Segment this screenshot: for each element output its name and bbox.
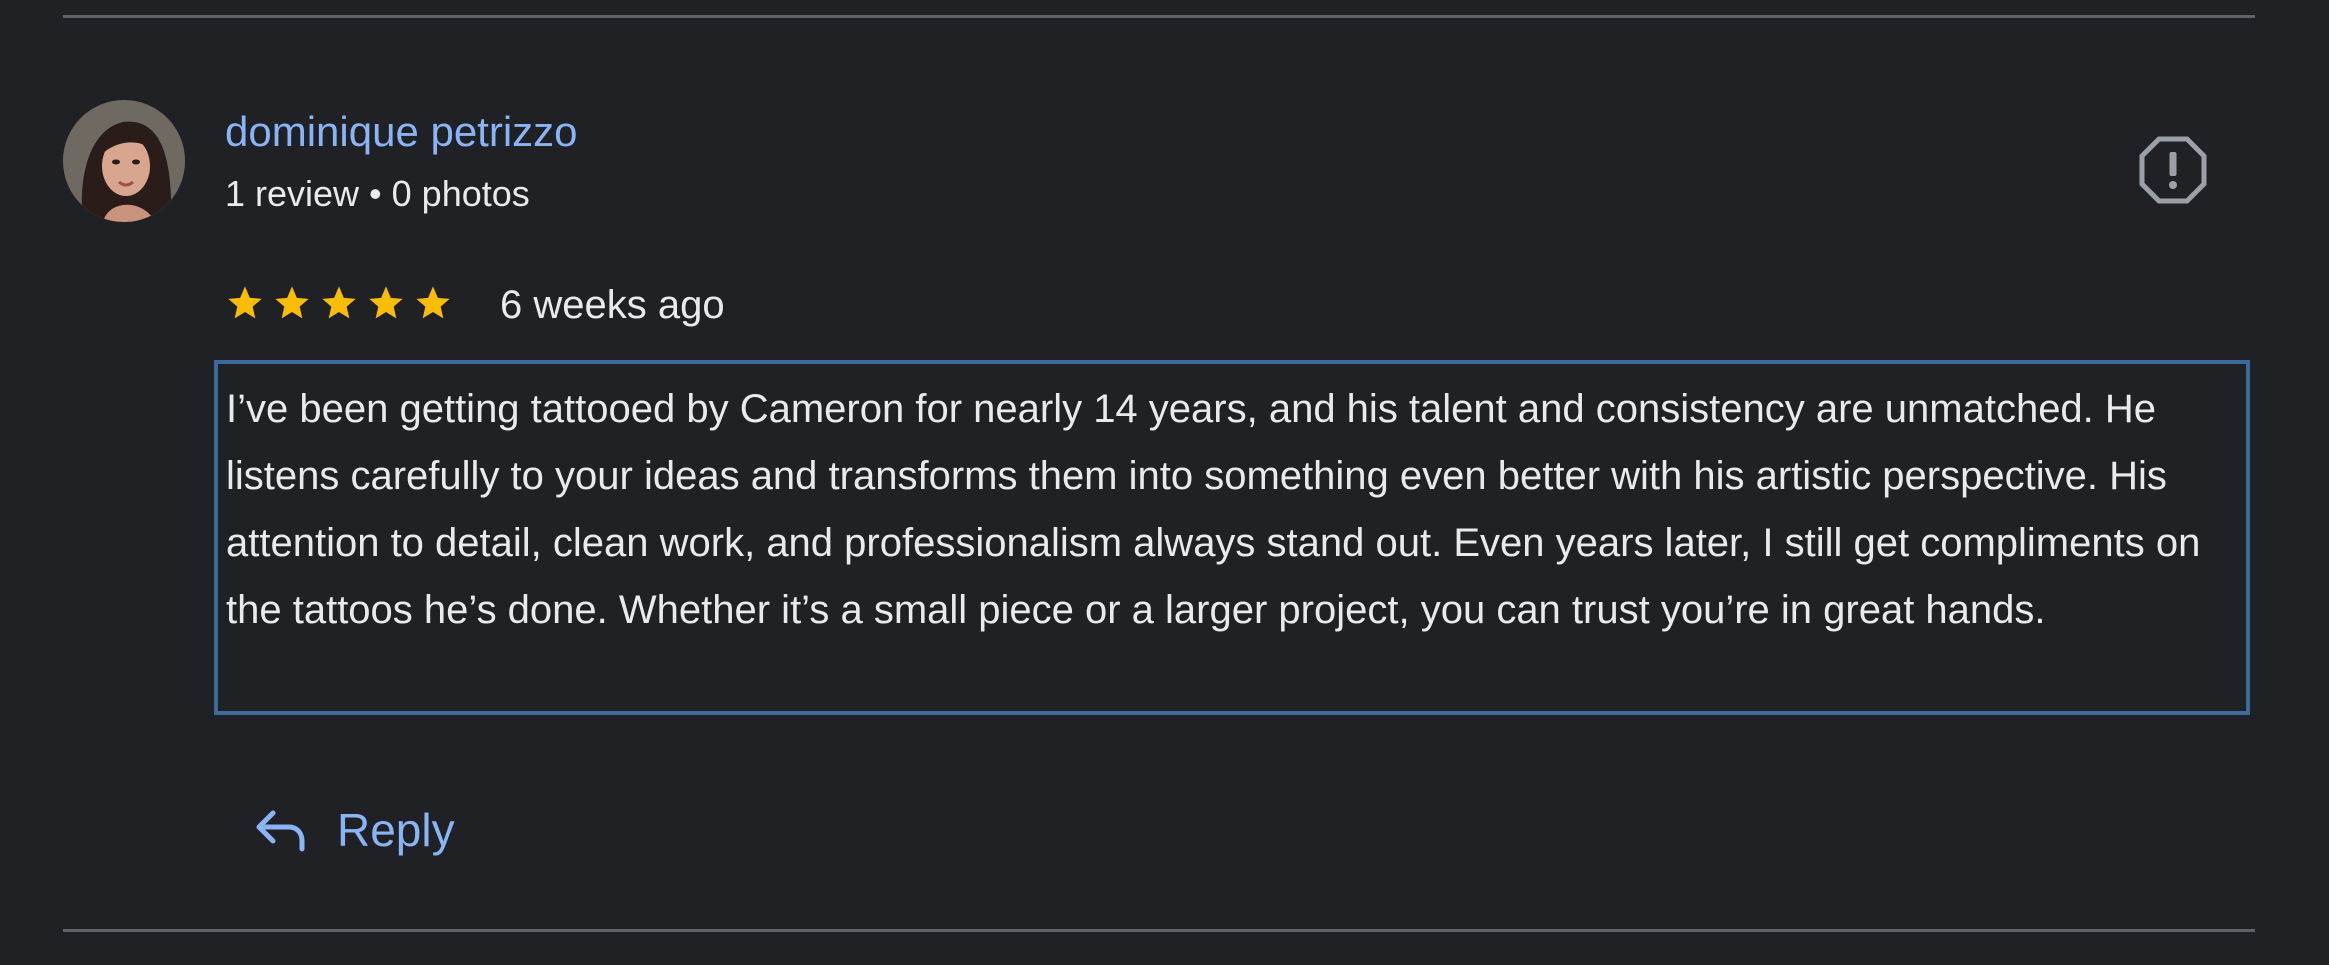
avatar-image: [63, 100, 185, 222]
bottom-divider: [63, 929, 2255, 932]
star-icon: [275, 286, 309, 319]
star-rating: [225, 283, 453, 323]
report-icon: [2139, 136, 2207, 204]
reviewer-name-link[interactable]: dominique petrizzo: [225, 108, 578, 156]
star-icon: [416, 286, 450, 319]
top-divider: [63, 15, 2255, 18]
reply-button[interactable]: Reply: [255, 795, 455, 865]
reply-icon: [256, 810, 305, 852]
report-review-button[interactable]: [2138, 135, 2208, 205]
star-icon: [228, 286, 262, 319]
reply-label: Reply: [337, 804, 455, 856]
reviewer-avatar[interactable]: [63, 100, 185, 222]
star-icon: [369, 286, 403, 319]
review-card: dominique petrizzo 1 review • 0 photos 6…: [0, 0, 2329, 965]
review-date: 6 weeks ago: [500, 283, 725, 327]
reviewer-meta: 1 review • 0 photos: [225, 173, 530, 214]
review-text: I’ve been getting tattooed by Cameron fo…: [214, 360, 2250, 715]
star-icon: [322, 286, 356, 319]
